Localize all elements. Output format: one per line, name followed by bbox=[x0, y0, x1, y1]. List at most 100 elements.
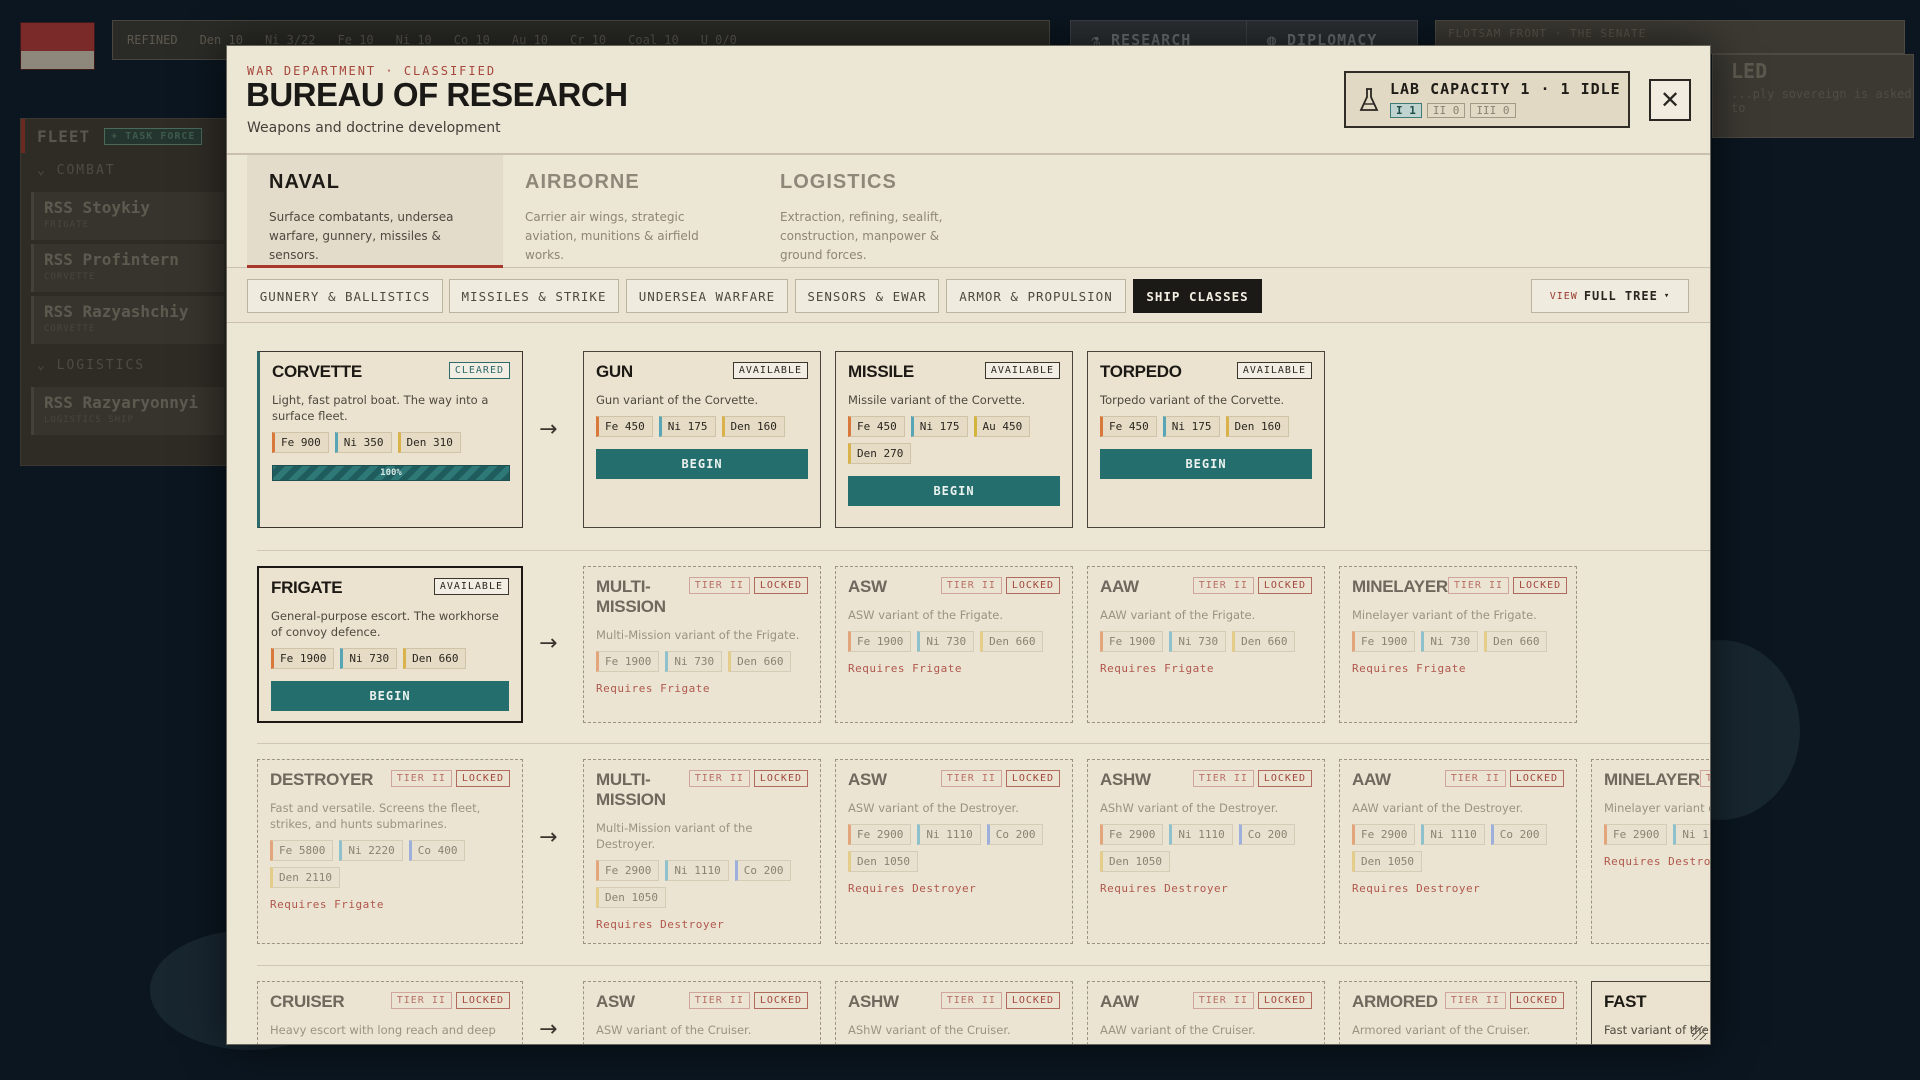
close-button[interactable]: ✕ bbox=[1649, 79, 1691, 121]
base-class-card[interactable]: CRUISER TIER II LOCKED Heavy escort with lo… bbox=[257, 981, 523, 1044]
locked-badge: LOCKED bbox=[1005, 770, 1060, 787]
variant-card[interactable]: AAW TIER II LOCKED AAW variant of the Destr… bbox=[1339, 759, 1577, 944]
variant-card[interactable]: GUN AVAILABLE Gun variant of the Corvette.… bbox=[583, 351, 821, 528]
card-title: MINELAYER bbox=[1352, 577, 1448, 596]
card-badges: TIER IILOCKED bbox=[390, 992, 510, 1009]
card-title: FRIGATE bbox=[271, 578, 343, 597]
card-header: ARMORED TIER II LOCKED bbox=[1352, 992, 1564, 1012]
base-class-card[interactable]: FRIGATE AVAILABLE General-purpose escort. … bbox=[257, 566, 523, 723]
cost-chip: Ni 730 bbox=[665, 651, 723, 672]
fleet-ship-class: LOGISTICS SHIP bbox=[44, 415, 134, 425]
fleet-section-label[interactable]: ⌄ LOGISTICS bbox=[21, 348, 234, 383]
cost-list: Fe 1900 Ni 730 Den 660 bbox=[596, 651, 808, 672]
cost-chip: Fe 1900 bbox=[1100, 631, 1164, 652]
card-badges: TIER IILOCKED bbox=[1699, 770, 1710, 787]
card-header: FASTTIER II bbox=[1604, 992, 1710, 1012]
cost-list: Fe 5800 Ni 2220 Co 400 Den 2110 bbox=[270, 840, 510, 888]
cost-chip: Ni 175 bbox=[1162, 416, 1220, 437]
subtab-missiles[interactable]: MISSILES & STRIKE bbox=[449, 279, 619, 313]
variant-card[interactable]: MINELAYERTIER IILOCKED Minelayer variant … bbox=[1591, 759, 1710, 944]
tab-naval[interactable]: NAVAL Surface combatants, undersea warfa… bbox=[247, 155, 503, 268]
variant-card[interactable]: AAW TIER II LOCKED AAW variant of the Cruis… bbox=[1087, 981, 1325, 1044]
variant-card[interactable]: ARMORED TIER II LOCKED Armored variant of t… bbox=[1339, 981, 1577, 1044]
fleet-ship-item[interactable]: RSS Profintern CORVETTE bbox=[31, 244, 224, 292]
card-description: AAW variant of the Cruiser. bbox=[1100, 1023, 1256, 1037]
card-title: AAW bbox=[1100, 577, 1139, 596]
cost-chip: Fe 900 bbox=[272, 432, 329, 453]
cost-chip: Fe 1900 bbox=[596, 651, 660, 672]
card-badges: TIER IILOCKED bbox=[1192, 770, 1312, 787]
cost-list: Fe 450 Ni 175 Au 450 Den 270 bbox=[848, 416, 1060, 464]
card-description: AShW variant of the Destroyer. bbox=[1100, 801, 1279, 815]
variant-card[interactable]: AAW TIER II LOCKED AAW variant of the Friga… bbox=[1087, 566, 1325, 723]
subcategory-tabs: GUNNERY & BALLISTICS MISSILES & STRIKE U… bbox=[227, 268, 1710, 323]
card-title: ASHW bbox=[848, 992, 899, 1011]
subtab-armor[interactable]: ARMOR & PROPULSION bbox=[946, 279, 1126, 313]
variant-card[interactable]: ASHW TIER II LOCKED AShW variant of the Des… bbox=[1087, 759, 1325, 944]
tab-airborne[interactable]: AIRBORNE Carrier air wings, strategic av… bbox=[503, 155, 743, 268]
variant-card[interactable]: MISSILE AVAILABLE Missile variant of the C… bbox=[835, 351, 1073, 528]
locked-badge: LOCKED bbox=[753, 770, 808, 787]
locked-badge: LOCKED bbox=[455, 770, 510, 787]
begin-button[interactable]: BEGIN bbox=[1100, 449, 1312, 479]
variant-card[interactable]: ASW TIER II LOCKED ASW variant of the Cruis… bbox=[583, 981, 821, 1044]
card-title: FAST bbox=[1604, 992, 1647, 1011]
cost-list: Fe 1900 Ni 730 Den 660 bbox=[1352, 631, 1564, 652]
requirement-text: Requires Frigate bbox=[270, 898, 384, 911]
card-description: Armored variant of the Cruiser. bbox=[1352, 1023, 1531, 1037]
cost-chip: Ni 730 bbox=[1169, 631, 1227, 652]
card-header: AAW TIER II LOCKED bbox=[1100, 577, 1312, 597]
subtab-sensors[interactable]: SENSORS & EWAR bbox=[795, 279, 939, 313]
base-class-card[interactable]: CORVETTE CLEARED Light, fast patrol boat. … bbox=[257, 351, 523, 528]
variant-card[interactable]: MULTI-MISSION TIER II LOCKED Multi-Mission … bbox=[583, 566, 821, 723]
fleet-ship-item[interactable]: RSS Stoykiy FRIGATE bbox=[31, 192, 224, 240]
resize-handle[interactable] bbox=[1692, 1026, 1706, 1040]
nation-flag[interactable] bbox=[20, 22, 95, 70]
locked-badge: LOCKED bbox=[1257, 992, 1312, 1009]
category-tabs: NAVAL Surface combatants, undersea warfa… bbox=[227, 155, 1710, 268]
subtab-ship-classes[interactable]: SHIP CLASSES bbox=[1133, 279, 1262, 313]
view-full-tree-button[interactable]: VIEW FULL TREE ▾ bbox=[1531, 279, 1689, 313]
card-badges: TIER IILOCKED bbox=[1447, 577, 1568, 594]
card-badges: TIER IILOCKED bbox=[688, 992, 808, 1009]
tab-logistics[interactable]: LOGISTICS Extraction, refining, sealift,… bbox=[758, 155, 988, 268]
card-header: CRUISER TIER II LOCKED bbox=[270, 992, 510, 1012]
fleet-ship-class: FRIGATE bbox=[44, 220, 89, 230]
variant-card[interactable]: TORPEDO AVAILABLE Torpedo variant of the C… bbox=[1087, 351, 1325, 528]
cost-list: Fe 900 Ni 350 Den 310 bbox=[272, 432, 510, 453]
card-header: ASW TIER II LOCKED bbox=[848, 577, 1060, 597]
locked-badge: LOCKED bbox=[1509, 992, 1564, 1009]
variant-card[interactable]: MULTI-MISSION TIER II LOCKED Multi-Mission … bbox=[583, 759, 821, 944]
begin-button[interactable]: BEGIN bbox=[848, 476, 1060, 506]
variant-card[interactable]: ASHW TIER II LOCKED AShW variant of the Cru… bbox=[835, 981, 1073, 1044]
tab-airborne-label: AIRBORNE bbox=[525, 171, 640, 193]
subtab-undersea[interactable]: UNDERSEA WARFARE bbox=[626, 279, 788, 313]
base-class-card[interactable]: DESTROYER TIER II LOCKED Fast and versatile… bbox=[257, 759, 523, 944]
begin-button[interactable]: BEGIN bbox=[596, 449, 808, 479]
locked-badge: LOCKED bbox=[455, 992, 510, 1009]
arrow-icon: → bbox=[539, 417, 558, 442]
card-title: CORVETTE bbox=[272, 362, 362, 381]
task-force-button[interactable]: + TASK FORCE bbox=[104, 127, 203, 145]
fleet-section-label[interactable]: ⌄ COMBAT bbox=[21, 153, 234, 188]
news-panel: LED ...ply sovereign is asked to bbox=[1712, 54, 1914, 138]
requirement-text: Requires Destroyer bbox=[848, 882, 977, 895]
variant-card[interactable]: ASW TIER II LOCKED ASW variant of the Destr… bbox=[835, 759, 1073, 944]
begin-button[interactable]: BEGIN bbox=[271, 681, 509, 711]
fleet-list: ⌄ COMBAT RSS Stoykiy FRIGATE RSS Profintern… bbox=[21, 153, 234, 435]
card-header: ASHW TIER II LOCKED bbox=[848, 992, 1060, 1012]
fleet-ship-item[interactable]: RSS Razyashchiy CORVETTE bbox=[31, 296, 224, 344]
fleet-ship-item[interactable]: RSS Razyaryonnyi LOGISTICS SHIP bbox=[31, 387, 224, 435]
card-description: Torpedo variant of the Corvette. bbox=[1100, 393, 1285, 407]
card-description: AAW variant of the Destroyer. bbox=[1352, 801, 1524, 815]
subtab-gunnery[interactable]: GUNNERY & BALLISTICS bbox=[247, 279, 443, 313]
variant-card[interactable]: ASW TIER II LOCKED ASW variant of the Friga… bbox=[835, 566, 1073, 723]
card-description: Multi-Mission variant of the Frigate. bbox=[596, 628, 800, 642]
cost-chip: Den 160 bbox=[1225, 416, 1289, 437]
locked-badge: LOCKED bbox=[1509, 770, 1564, 787]
card-title: AAW bbox=[1352, 770, 1391, 789]
requirement-text: Requires Destroyer bbox=[1352, 882, 1481, 895]
tab-naval-label: NAVAL bbox=[269, 171, 340, 193]
variant-card[interactable]: MINELAYERTIER IILOCKED Minelayer variant … bbox=[1339, 566, 1577, 723]
lab-capacity: LAB CAPACITY 1 · 1 IDLE I 1 II 0 III 0 bbox=[1344, 71, 1630, 128]
